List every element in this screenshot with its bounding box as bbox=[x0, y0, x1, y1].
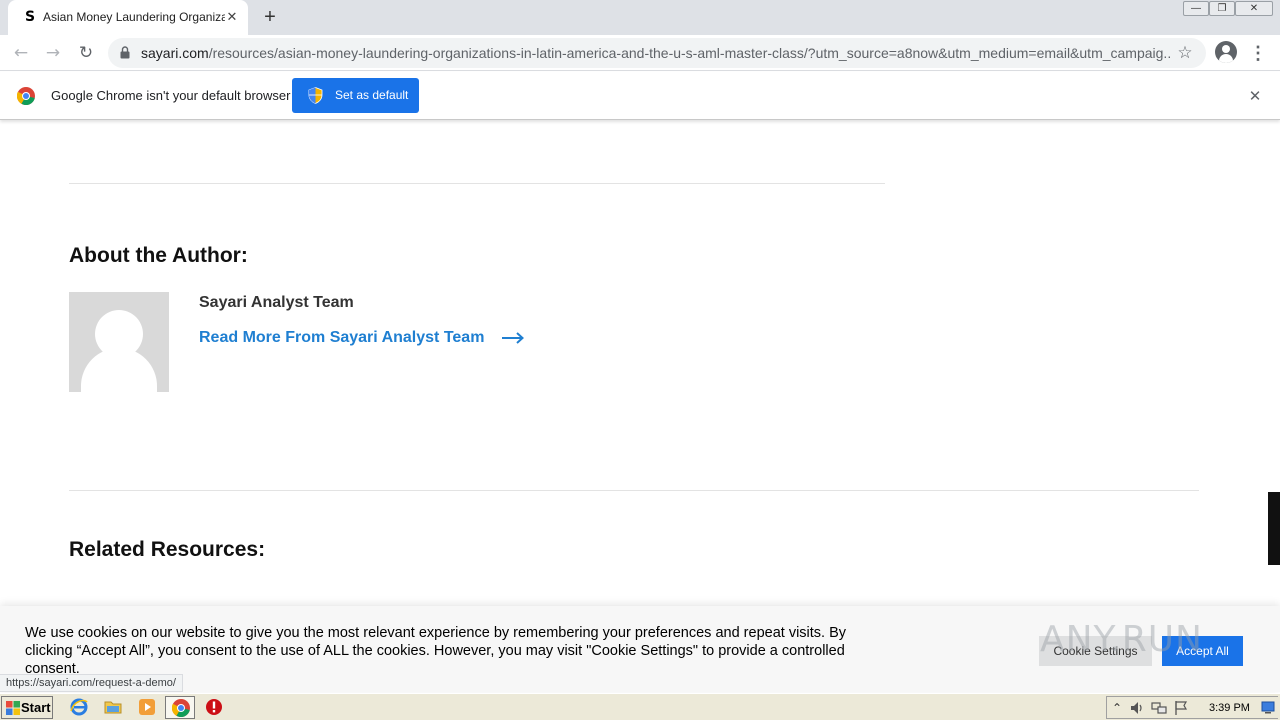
status-bar-url: https://sayari.com/request-a-demo/ bbox=[0, 674, 183, 692]
author-name: Sayari Analyst Team bbox=[199, 294, 354, 311]
profile-head bbox=[1222, 45, 1230, 53]
window-restore-button[interactable]: ❐ bbox=[1209, 1, 1235, 16]
flag-icon[interactable] bbox=[1173, 700, 1189, 716]
forward-arrow-icon[interactable]: → bbox=[40, 40, 66, 66]
lock-icon[interactable] bbox=[120, 46, 130, 59]
avatar-torso bbox=[81, 348, 157, 392]
star-icon[interactable]: ☆ bbox=[1174, 42, 1196, 64]
address-bar[interactable]: sayari.com/resources/asian-money-launder… bbox=[108, 38, 1206, 68]
browser-tab-active[interactable]: S Asian Money Laundering Organizatio ✕ bbox=[8, 0, 248, 35]
related-resources-heading: Related Resources: bbox=[69, 538, 266, 561]
windows-flag-icon bbox=[6, 701, 20, 715]
ie-icon[interactable] bbox=[70, 698, 88, 716]
windows-taskbar: Start ⌃ 3:39 PM bbox=[0, 693, 1280, 720]
infobar-close-icon[interactable]: ✕ bbox=[1245, 86, 1265, 106]
read-more-author-label: Read More From Sayari Analyst Team bbox=[199, 329, 485, 346]
window-close-button[interactable]: ✕ bbox=[1235, 1, 1273, 16]
tab-title: Asian Money Laundering Organizatio bbox=[43, 10, 225, 24]
new-tab-button[interactable]: + bbox=[259, 6, 281, 28]
window-minimize-button[interactable]: — bbox=[1183, 1, 1209, 16]
url-path: /resources/asian-money-laundering-organi… bbox=[208, 45, 1171, 61]
system-tray: ⌃ 3:39 PM bbox=[1106, 696, 1278, 719]
screen: S Asian Money Laundering Organizatio ✕ +… bbox=[0, 0, 1280, 720]
network-icon[interactable] bbox=[1151, 700, 1167, 716]
kebab-menu-icon[interactable]: ⋮ bbox=[1248, 40, 1268, 66]
url-text[interactable]: sayari.com/resources/asian-money-launder… bbox=[141, 45, 1171, 61]
default-browser-infobar: Google Chrome isn't your default browser… bbox=[0, 72, 1280, 120]
shield-icon bbox=[308, 87, 323, 104]
tray-expand-icon[interactable]: ⌃ bbox=[1109, 700, 1125, 716]
about-author-heading: About the Author: bbox=[69, 244, 248, 267]
chrome-logo-icon bbox=[17, 87, 35, 105]
sayari-favicon: S bbox=[24, 9, 36, 25]
show-desktop-icon[interactable] bbox=[1261, 700, 1275, 714]
read-more-author-link[interactable]: Read More From Sayari Analyst Team bbox=[199, 327, 525, 349]
profile-body bbox=[1219, 54, 1233, 63]
cookie-settings-button[interactable]: Cookie Settings bbox=[1039, 636, 1152, 666]
content-divider-middle bbox=[69, 490, 1199, 491]
avatar-placeholder bbox=[69, 292, 169, 392]
speaker-icon[interactable] bbox=[1129, 700, 1145, 716]
start-label: Start bbox=[21, 700, 51, 715]
content-divider-top bbox=[69, 183, 885, 184]
media-player-icon[interactable] bbox=[138, 698, 156, 716]
start-button[interactable]: Start bbox=[1, 696, 53, 719]
folder-icon[interactable] bbox=[104, 698, 122, 716]
chrome-icon bbox=[172, 699, 190, 717]
back-arrow-icon[interactable]: ← bbox=[8, 40, 34, 66]
taskbar-clock[interactable]: 3:39 PM bbox=[1209, 700, 1250, 716]
set-as-default-label: Set as default bbox=[335, 88, 409, 102]
accept-all-button[interactable]: Accept All bbox=[1162, 636, 1243, 666]
url-host: sayari.com bbox=[141, 45, 209, 61]
chrome-taskbar-button[interactable] bbox=[165, 696, 195, 719]
cookie-banner-text: We use cookies on our website to give yo… bbox=[25, 625, 847, 677]
browser-tab-strip: S Asian Money Laundering Organizatio ✕ +… bbox=[0, 0, 1280, 35]
reload-icon[interactable]: ↻ bbox=[73, 40, 99, 66]
cookie-banner: We use cookies on our website to give yo… bbox=[0, 606, 1280, 692]
tab-close-icon[interactable]: ✕ bbox=[223, 8, 241, 26]
arrow-right-icon bbox=[502, 332, 525, 344]
opera-icon[interactable] bbox=[205, 698, 223, 716]
set-as-default-button[interactable]: Set as default bbox=[292, 78, 419, 113]
browser-toolbar: ← → ↻ sayari.com/resources/asian-money-l… bbox=[0, 35, 1280, 71]
side-feedback-tab[interactable] bbox=[1268, 492, 1280, 565]
profile-icon[interactable] bbox=[1215, 41, 1237, 63]
infobar-message: Google Chrome isn't your default browser bbox=[51, 88, 291, 103]
